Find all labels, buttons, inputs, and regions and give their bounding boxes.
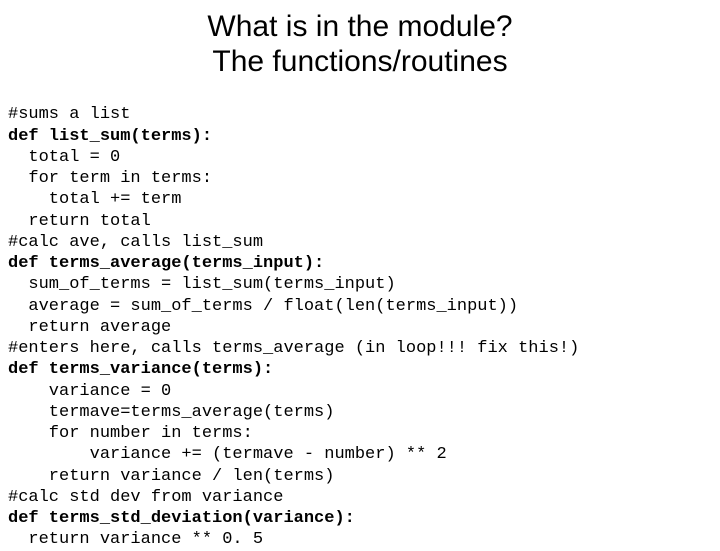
code-line: sum_of_terms = list_sum(terms_input): [8, 275, 396, 294]
code-line: #sums a list: [8, 105, 130, 124]
code-line: return variance / len(terms): [8, 467, 334, 486]
code-line: def list_sum(terms):: [8, 127, 212, 146]
code-line: average = sum_of_terms / float(len(terms…: [8, 297, 518, 316]
code-line: #enters here, calls terms_average (in lo…: [8, 339, 579, 358]
title-line-1: What is in the module?: [0, 10, 720, 45]
code-line: total = 0: [8, 148, 120, 167]
code-block: #sums a list def list_sum(terms): total …: [0, 83, 720, 551]
code-line: for term in terms:: [8, 169, 212, 188]
code-line: #calc std dev from variance: [8, 488, 283, 507]
code-line: def terms_variance(terms):: [8, 360, 273, 379]
code-line: #calc ave, calls list_sum: [8, 233, 263, 252]
code-line: for number in terms:: [8, 424, 253, 443]
code-line: variance = 0: [8, 382, 171, 401]
code-line: total += term: [8, 190, 181, 209]
code-line: return total: [8, 212, 151, 231]
code-line: def terms_average(terms_input):: [8, 254, 324, 273]
code-line: variance += (termave - number) ** 2: [8, 445, 447, 464]
code-line: termave=terms_average(terms): [8, 403, 334, 422]
slide-title: What is in the module? The functions/rou…: [0, 0, 720, 83]
code-line: def terms_std_deviation(variance):: [8, 509, 355, 528]
code-line: return average: [8, 318, 171, 337]
title-line-2: The functions/routines: [0, 45, 720, 80]
